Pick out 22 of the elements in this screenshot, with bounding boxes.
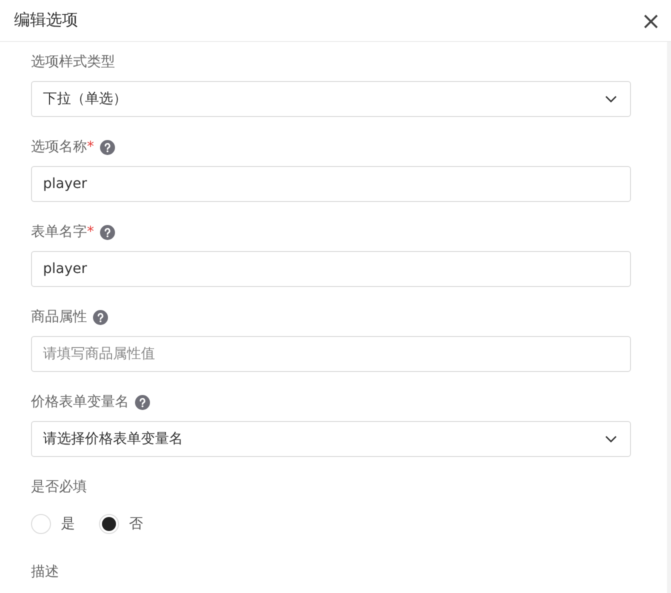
- help-icon[interactable]: [93, 310, 108, 324]
- help-icon[interactable]: [100, 224, 115, 240]
- help-icon[interactable]: [100, 140, 115, 154]
- field-label: 价格表单变量名: [31, 393, 129, 411]
- radio-button[interactable]: [31, 514, 51, 534]
- close-button[interactable]: ×: [634, 8, 667, 32]
- field-label: 描述: [31, 563, 59, 581]
- field-label: 表单名字*: [31, 223, 94, 241]
- help-icon[interactable]: [135, 394, 150, 410]
- input-field[interactable]: player: [31, 251, 631, 287]
- field-label: 选项样式类型: [31, 53, 115, 71]
- select-field[interactable]: 下拉（单选）: [31, 81, 631, 117]
- radio-label[interactable]: 是: [61, 515, 75, 533]
- input-field[interactable]: 请填写商品属性值: [31, 336, 631, 372]
- radio-button[interactable]: [99, 514, 119, 534]
- select-field[interactable]: 请选择价格表单变量名: [31, 421, 631, 457]
- dialog-title: 编辑选项: [14, 10, 78, 31]
- input-field[interactable]: player: [31, 166, 631, 202]
- radio-label[interactable]: 否: [129, 515, 143, 533]
- field-label: 商品属性: [31, 308, 87, 326]
- field-label: 选项名称*: [31, 138, 94, 156]
- field-label: 是否必填: [31, 478, 87, 496]
